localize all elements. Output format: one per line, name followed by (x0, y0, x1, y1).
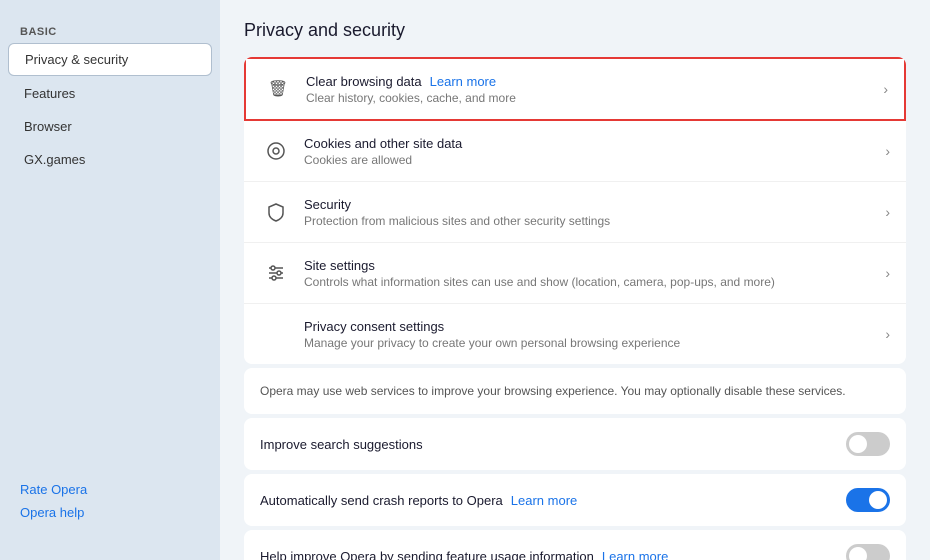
privacy-consent-icon (260, 318, 292, 350)
opera-help-link[interactable]: Opera help (20, 505, 200, 520)
clear-browsing-learn-more[interactable]: Learn more (430, 74, 496, 89)
clear-browsing-subtitle: Clear history, cookies, cache, and more (306, 91, 875, 105)
crash-reports-row[interactable]: Automatically send crash reports to Oper… (244, 474, 906, 526)
clear-browsing-row[interactable]: 🗑 Clear browsing data Learn more Clear h… (246, 59, 904, 119)
feature-usage-toggle[interactable] (846, 544, 890, 560)
search-suggestions-toggle[interactable] (846, 432, 890, 456)
crash-reports-learn-more[interactable]: Learn more (511, 493, 577, 508)
crash-reports-label: Automatically send crash reports to Oper… (260, 493, 846, 508)
sidebar-item-features[interactable]: Features (8, 78, 212, 109)
cookies-subtitle: Cookies are allowed (304, 153, 877, 167)
privacy-consent-content: Privacy consent settings Manage your pri… (304, 319, 877, 350)
feature-usage-label: Help improve Opera by sending feature us… (260, 549, 846, 560)
feature-usage-row[interactable]: Help improve Opera by sending feature us… (244, 530, 906, 560)
privacy-consent-row[interactable]: Privacy consent settings Manage your pri… (244, 304, 906, 364)
site-settings-title: Site settings (304, 258, 877, 273)
site-settings-row[interactable]: Site settings Controls what information … (244, 243, 906, 304)
cookies-title: Cookies and other site data (304, 136, 877, 151)
sidebar-item-privacy[interactable]: Privacy & security (8, 43, 212, 76)
toggle-slider (846, 544, 890, 560)
settings-card-main: 🗑 Clear browsing data Learn more Clear h… (244, 57, 906, 364)
rate-opera-link[interactable]: Rate Opera (20, 482, 200, 497)
search-suggestions-label: Improve search suggestions (260, 437, 846, 452)
site-settings-content: Site settings Controls what information … (304, 258, 877, 289)
clear-browsing-content: Clear browsing data Learn more Clear his… (306, 74, 875, 105)
chevron-icon: › (885, 326, 890, 342)
security-row[interactable]: Security Protection from malicious sites… (244, 182, 906, 243)
privacy-consent-title: Privacy consent settings (304, 319, 877, 334)
sidebar-item-gx[interactable]: GX.games (8, 144, 212, 175)
security-title: Security (304, 197, 877, 212)
security-content: Security Protection from malicious sites… (304, 197, 877, 228)
sidebar-section-basic: Basic (0, 20, 220, 42)
sidebar: Basic Privacy & security Features Browse… (0, 0, 220, 560)
cookies-icon (260, 135, 292, 167)
cookies-content: Cookies and other site data Cookies are … (304, 136, 877, 167)
site-settings-subtitle: Controls what information sites can use … (304, 275, 877, 289)
main-content: Privacy and security 🗑 Clear browsing da… (220, 0, 930, 560)
chevron-icon: › (885, 143, 890, 159)
trash-icon: 🗑 (262, 73, 294, 105)
chevron-icon: › (883, 81, 888, 97)
clear-browsing-title: Clear browsing data Learn more (306, 74, 875, 89)
toggle-slider (846, 432, 890, 456)
sidebar-links: Rate Opera Opera help (0, 462, 220, 540)
info-text: Opera may use web services to improve yo… (260, 382, 890, 400)
sliders-icon (260, 257, 292, 289)
crash-reports-toggle[interactable] (846, 488, 890, 512)
security-subtitle: Protection from malicious sites and othe… (304, 214, 877, 228)
search-suggestions-row[interactable]: Improve search suggestions (244, 418, 906, 470)
sidebar-item-browser[interactable]: Browser (8, 111, 212, 142)
feature-usage-learn-more[interactable]: Learn more (602, 549, 668, 560)
chevron-icon: › (885, 204, 890, 220)
shield-icon (260, 196, 292, 228)
privacy-consent-subtitle: Manage your privacy to create your own p… (304, 336, 877, 350)
cookies-row[interactable]: Cookies and other site data Cookies are … (244, 121, 906, 182)
chevron-icon: › (885, 265, 890, 281)
info-text-container: Opera may use web services to improve yo… (244, 368, 906, 414)
toggle-slider-on (846, 488, 890, 512)
page-title: Privacy and security (244, 20, 906, 41)
